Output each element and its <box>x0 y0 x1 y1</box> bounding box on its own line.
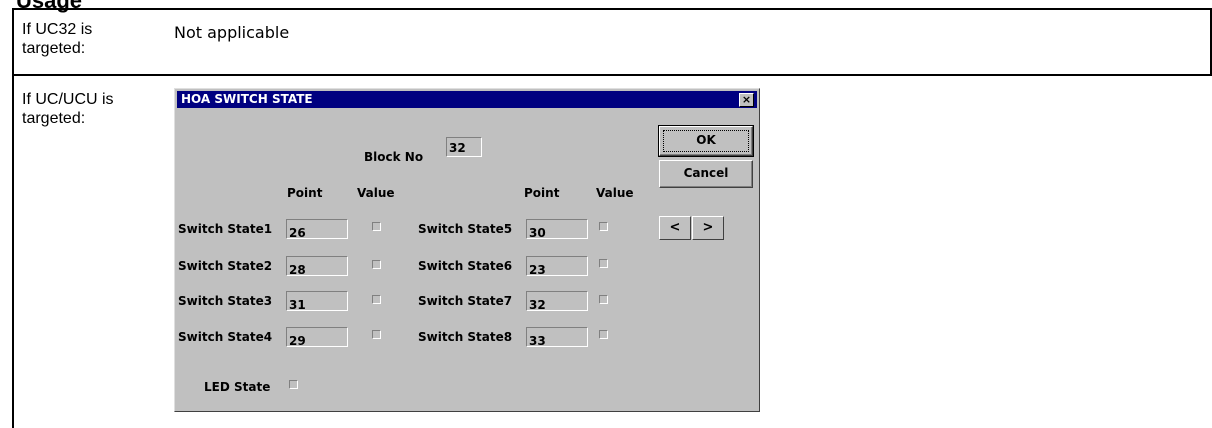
switch-state-label: Switch State4 <box>178 330 273 344</box>
table-row-divider <box>12 74 1212 76</box>
switch-value-checkbox[interactable] <box>372 222 381 231</box>
row-value-uc32: Not applicable <box>174 23 290 42</box>
table-left-border <box>12 8 14 428</box>
switch-value-checkbox[interactable] <box>372 295 381 304</box>
switch-state-label: Switch State1 <box>178 222 273 236</box>
switch-state-label: Switch State8 <box>418 330 513 344</box>
row-label-uc32: If UC32 is targeted: <box>22 21 93 57</box>
switch-value-checkbox[interactable] <box>599 222 608 231</box>
led-state-checkbox[interactable] <box>289 380 298 389</box>
switch-point-field[interactable]: 29 <box>286 327 348 348</box>
switch-value-checkbox[interactable] <box>372 330 381 339</box>
switch-state-label: Switch State7 <box>418 294 513 308</box>
switch-state-label: Switch State6 <box>418 259 513 273</box>
ok-label: OK <box>696 133 716 147</box>
switch-state-label: Switch State5 <box>418 222 513 236</box>
switch-value-checkbox[interactable] <box>599 330 608 339</box>
switch-value-checkbox[interactable] <box>599 259 608 268</box>
col-point-right: Point <box>524 186 560 200</box>
navigation-arrows: < > <box>659 216 725 240</box>
switch-point-field[interactable]: 26 <box>286 219 348 240</box>
switch-state-label: Switch State3 <box>178 294 273 308</box>
next-arrow-button[interactable]: > <box>692 216 724 240</box>
switch-point-field[interactable]: 28 <box>286 256 348 277</box>
dialog-title: HOA SWITCH STATE <box>181 92 313 106</box>
switch-point-field[interactable]: 23 <box>526 256 588 277</box>
switch-value-checkbox[interactable] <box>372 260 381 269</box>
switch-value-checkbox[interactable] <box>599 295 608 304</box>
dialog-titlebar: HOA SWITCH STATE × <box>177 91 757 108</box>
close-icon[interactable]: × <box>739 93 754 107</box>
switch-state-label: Switch State2 <box>178 259 273 273</box>
table-top-border <box>12 8 1212 10</box>
switch-point-field[interactable]: 31 <box>286 291 348 312</box>
switch-point-field[interactable]: 32 <box>526 291 588 312</box>
row-label-ucu: If UC/UCU is targeted: <box>22 91 114 127</box>
cancel-button[interactable]: Cancel <box>659 160 753 188</box>
hoa-switch-state-dialog: HOA SWITCH STATE × Block No 32 OK Cancel… <box>174 88 760 412</box>
col-value-left: Value <box>357 186 395 200</box>
switch-point-field[interactable]: 33 <box>526 327 588 348</box>
switch-point-field[interactable]: 30 <box>526 219 588 240</box>
col-point-left: Point <box>287 186 323 200</box>
ok-button[interactable]: OK <box>658 125 754 157</box>
previous-arrow-button[interactable]: < <box>659 216 691 240</box>
led-state-label: LED State <box>204 380 271 394</box>
block-no-label: Block No <box>364 150 424 164</box>
col-value-right: Value <box>596 186 634 200</box>
block-no-field[interactable]: 32 <box>446 137 482 157</box>
